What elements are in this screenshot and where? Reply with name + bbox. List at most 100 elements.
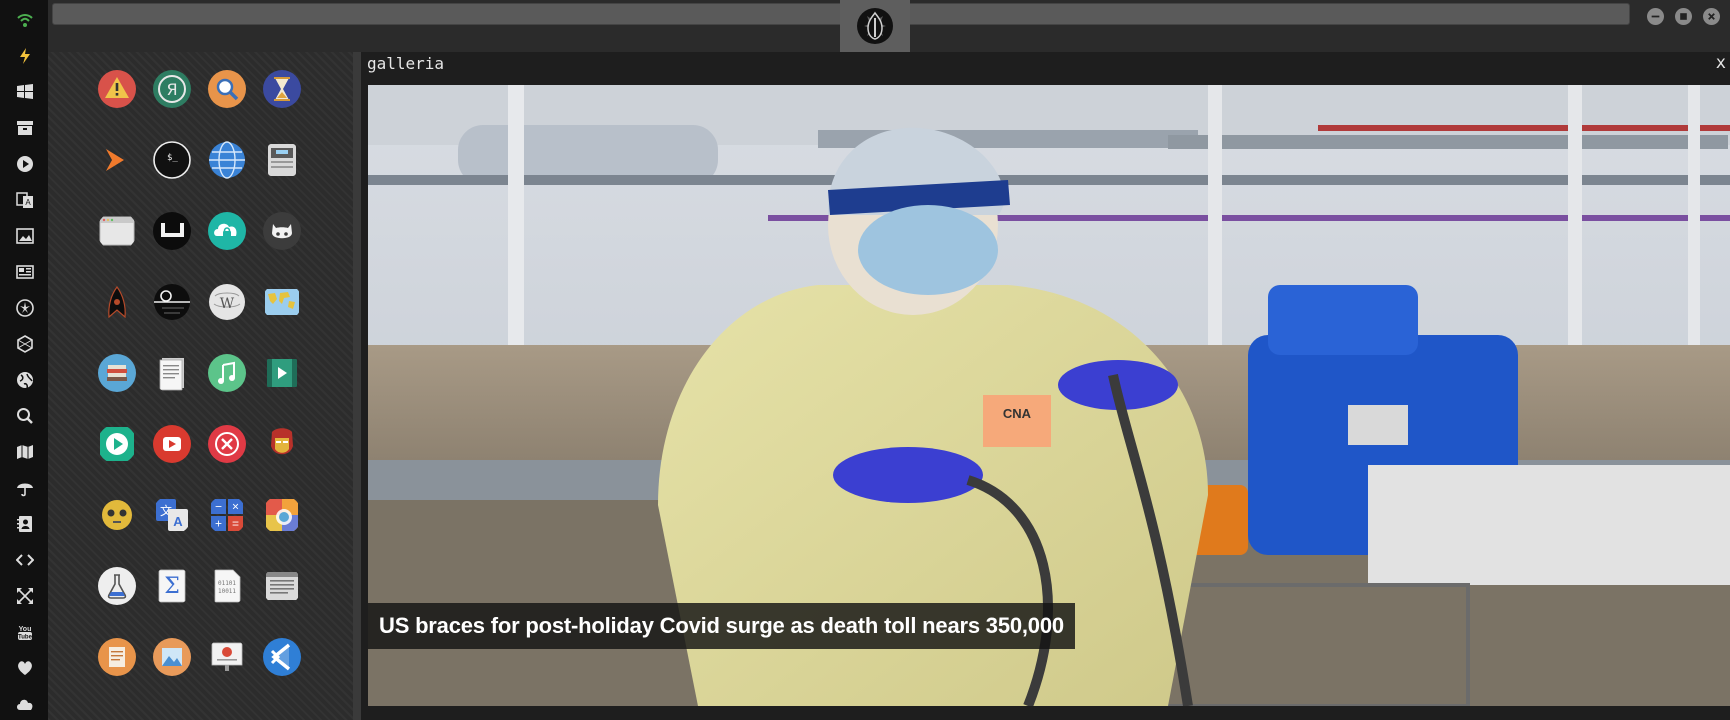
app-science-button[interactable] <box>97 566 137 606</box>
dock-map-button[interactable] <box>14 441 36 463</box>
dock-bolt-button[interactable] <box>14 45 36 67</box>
app-prompt-button[interactable] <box>97 140 137 180</box>
close-circle-icon <box>208 425 246 463</box>
app-browser-window-button[interactable] <box>97 211 137 251</box>
dock-windows-button[interactable] <box>14 81 36 103</box>
app-yandex-button[interactable]: Я <box>152 69 192 109</box>
news-headline[interactable]: US braces for post-holiday Covid surge a… <box>368 603 1075 649</box>
dock-cloud-button[interactable] <box>14 693 36 715</box>
close-window-button[interactable] <box>1703 8 1720 25</box>
app-binary-file-button[interactable]: 01101 10011 <box>207 566 247 606</box>
image-viewer-icon <box>153 638 191 676</box>
yandex-icon: Я <box>153 70 191 108</box>
galleria-window: galleria x CNA US braces for post-holida… <box>361 52 1730 720</box>
color-picker-icon <box>266 499 298 531</box>
dock-heart-button[interactable] <box>14 657 36 679</box>
app-color-picker-button[interactable] <box>262 495 302 535</box>
app-terminal-button[interactable]: $_ <box>152 140 192 180</box>
rebel-alliance-icon <box>857 8 893 44</box>
dock-expand-button[interactable] <box>14 585 36 607</box>
video-icon <box>267 359 297 387</box>
app-calculator-button[interactable]: − × + = <box>207 495 247 535</box>
rebel-icon <box>16 299 34 317</box>
svg-text:+: + <box>215 517 222 531</box>
app-globe-button[interactable] <box>207 140 247 180</box>
vscode-icon <box>263 638 301 676</box>
maximize-button[interactable] <box>1675 8 1692 25</box>
rebel-logo-tab[interactable] <box>840 0 910 52</box>
archive-icon <box>17 121 33 135</box>
youtube-red-icon <box>153 425 191 463</box>
close-galleria-button[interactable]: x <box>1716 53 1726 73</box>
dock-rebel-button[interactable] <box>14 297 36 319</box>
calculator-icon: − × + = <box>211 499 243 531</box>
dock-youtube-button[interactable]: You Tube <box>14 621 36 643</box>
dock-newspaper-button[interactable] <box>14 261 36 283</box>
svg-text:A: A <box>173 514 183 529</box>
file-manager-icon <box>268 144 296 176</box>
app-death-star-button[interactable] <box>152 282 192 322</box>
app-wikipedia-button[interactable]: W <box>207 282 247 322</box>
translate-icon: A <box>16 192 33 208</box>
app-cloud-lock-button[interactable] <box>207 211 247 251</box>
app-octocat-button[interactable] <box>262 211 302 251</box>
dock-contacts-button[interactable] <box>14 513 36 535</box>
app-video-button[interactable] <box>262 353 302 393</box>
dock-code-button[interactable] <box>14 549 36 571</box>
dock-image-button[interactable] <box>14 225 36 247</box>
app-starfleet-button[interactable] <box>97 282 137 322</box>
magnifier-icon <box>208 70 246 108</box>
app-alert-button[interactable] <box>97 69 137 109</box>
dock-umbrella-button[interactable] <box>14 477 36 499</box>
dock-translate-button[interactable]: A <box>14 189 36 211</box>
player-icon <box>100 427 134 461</box>
svg-text:You: You <box>19 626 32 633</box>
app-iron-man-button[interactable] <box>262 424 302 464</box>
app-file-manager-button[interactable] <box>262 140 302 180</box>
world-map-icon <box>265 289 299 315</box>
books-icon <box>98 354 136 392</box>
map-icon <box>17 445 33 459</box>
app-office-doc-button[interactable] <box>97 637 137 677</box>
top-bar <box>48 0 1730 52</box>
dock-globe-button[interactable] <box>14 369 36 391</box>
dock-play-button[interactable] <box>14 153 36 175</box>
svg-text:Tube: Tube <box>18 635 33 641</box>
app-player-button[interactable] <box>97 424 137 464</box>
svg-text:×: × <box>232 500 239 514</box>
app-youtube-red-button[interactable] <box>152 424 192 464</box>
app-translate-button[interactable]: 文A <box>152 495 192 535</box>
app-steam-badge-button[interactable] <box>152 211 192 251</box>
dock-archive-button[interactable] <box>14 117 36 139</box>
svg-text:Σ: Σ <box>164 574 180 599</box>
app-image-viewer-button[interactable] <box>152 637 192 677</box>
contacts-icon <box>17 516 32 532</box>
app-close-circle-button[interactable] <box>207 424 247 464</box>
app-presentation-button[interactable] <box>207 637 247 677</box>
sigma-icon: Σ <box>158 569 186 603</box>
minimize-button[interactable] <box>1647 8 1664 25</box>
svg-text:=: = <box>232 517 239 531</box>
panel-scrollbar[interactable] <box>353 52 361 720</box>
dock-hexagon-button[interactable] <box>14 333 36 355</box>
dock-search-button[interactable] <box>14 405 36 427</box>
dock-wifi-button[interactable] <box>14 9 36 31</box>
maximize-icon <box>1680 13 1687 20</box>
browser-window-icon <box>99 216 135 246</box>
document-stack-icon <box>159 358 184 391</box>
close-icon <box>1708 13 1715 20</box>
app-hourglass-button[interactable] <box>262 69 302 109</box>
app-sigma-button[interactable]: Σ <box>152 566 192 606</box>
svg-text:$_: $_ <box>167 153 178 163</box>
app-c3po-button[interactable] <box>97 495 137 535</box>
cloud-lock-icon <box>208 212 246 250</box>
app-books-button[interactable] <box>97 353 137 393</box>
app-vscode-button[interactable] <box>262 637 302 677</box>
app-world-map-button[interactable] <box>262 282 302 322</box>
office-doc-icon <box>98 638 136 676</box>
app-music-button[interactable] <box>207 353 247 393</box>
bolt-icon <box>20 48 30 64</box>
app-text-editor-button[interactable] <box>262 566 302 606</box>
app-magnifier-button[interactable] <box>207 69 247 109</box>
app-document-stack-button[interactable] <box>152 353 192 393</box>
